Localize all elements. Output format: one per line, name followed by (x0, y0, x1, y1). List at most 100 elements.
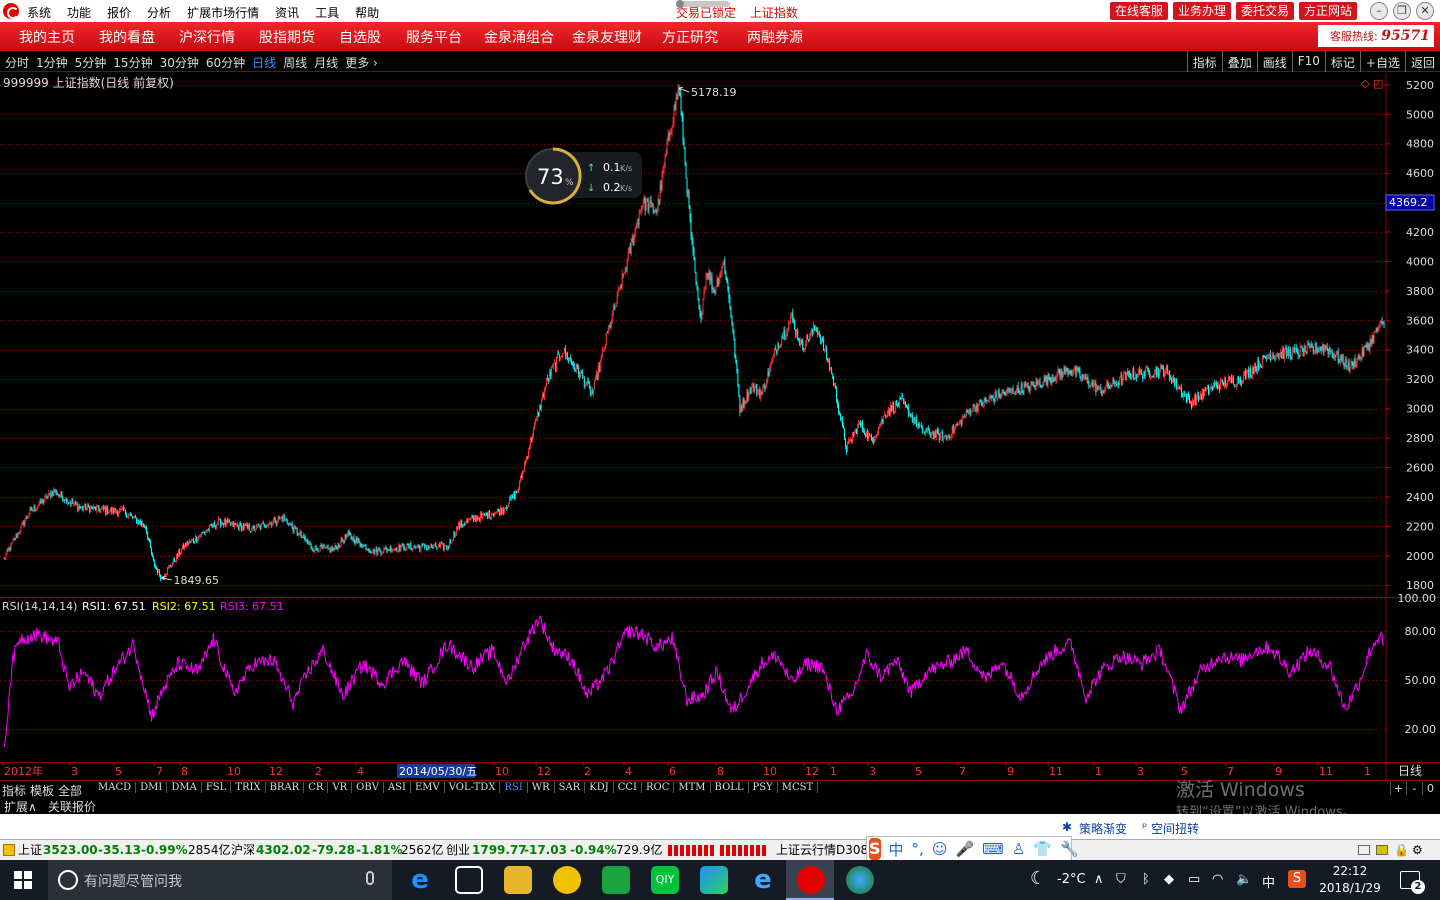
space-link[interactable]: 空间扭转 (1151, 820, 1199, 837)
restore-icon[interactable]: ❐ (1393, 2, 1411, 20)
indicator-tab-psy[interactable]: PSY (749, 782, 778, 793)
menu-item-analysis[interactable]: 分析 (147, 4, 171, 21)
indicator-tab-rsi[interactable]: RSI (500, 782, 528, 793)
cortana-icon[interactable] (58, 870, 78, 890)
layout-icon[interactable] (1358, 845, 1370, 855)
ime-keyboard-icon[interactable]: ⌨ (982, 840, 1004, 858)
related-quote-button[interactable]: 关联报价 (48, 798, 96, 815)
minimize-icon[interactable]: – (1370, 2, 1388, 20)
founder-app-icon[interactable] (797, 866, 825, 894)
close-icon[interactable]: ✕ (1416, 2, 1434, 20)
volume-icon[interactable]: 🔈 (1236, 872, 1252, 887)
period-monthly[interactable]: 月线 (314, 54, 338, 71)
cy-value[interactable]: 1799.77 (472, 840, 527, 861)
ind-zero-button[interactable]: 0 (1422, 782, 1438, 795)
indicator-tab-vol-tdx[interactable]: VOL-TDX (445, 782, 501, 793)
app-yellow-icon[interactable] (553, 866, 581, 894)
tray-expand-icon[interactable]: ∧ (1094, 872, 1104, 887)
microphone-icon[interactable] (366, 871, 374, 885)
menu-item-news[interactable]: 资讯 (275, 4, 299, 21)
windows-start-icon[interactable] (14, 871, 32, 889)
indicator-tab-cci[interactable]: CCI (614, 782, 642, 793)
period-5min[interactable]: 5分钟 (75, 54, 107, 71)
indicator-tab-dma[interactable]: DMA (167, 782, 202, 793)
nav-market[interactable]: 沪深行情 (179, 27, 259, 47)
system-clock[interactable]: 22:12 2018/1/29 (1318, 863, 1382, 897)
indicator-tab-vr[interactable]: VR (328, 782, 353, 793)
ticker-lock-icon[interactable] (3, 844, 15, 856)
lock-slider-icon[interactable] (676, 0, 730, 8)
ime-tools-icon[interactable]: 🔧 (1060, 840, 1079, 858)
tool-f10[interactable]: F10 (1291, 51, 1325, 72)
menu-item-function[interactable]: 功能 (67, 4, 91, 21)
ime-lang[interactable]: 中 (889, 839, 904, 860)
ime-voice-icon[interactable]: 🎤 (955, 840, 974, 858)
ie-browser-icon[interactable]: e (749, 866, 777, 894)
indicator-tab-roc[interactable]: ROC (642, 782, 675, 793)
notification-icon[interactable]: 2 (1400, 871, 1425, 894)
settings-icon[interactable]: ⚙ (1412, 840, 1423, 861)
period-timeshare[interactable]: 分时 (5, 54, 29, 71)
nav-service[interactable]: 服务平台 (406, 27, 484, 47)
ime-toolbar[interactable]: S 中 °, ☺ 🎤 ⌨ ♙ 👕 🔧 (866, 836, 1079, 862)
taskbar-search[interactable]: 有问题尽管问我 (48, 860, 392, 900)
msg-icon[interactable] (1376, 845, 1388, 855)
tool-mark[interactable]: 标记 (1324, 51, 1360, 72)
indicator-tab-boll[interactable]: BOLL (711, 782, 749, 793)
indicator-tab-brar[interactable]: BRAR (266, 782, 305, 793)
menu-item-quote[interactable]: 报价 (107, 4, 131, 21)
weather-moon-icon[interactable]: ☾ (1030, 868, 1046, 889)
menu-item-system[interactable]: 系统 (27, 4, 51, 21)
indicator-tab-dmi[interactable]: DMI (136, 782, 168, 793)
tool-add-watch[interactable]: +自选 (1359, 51, 1405, 72)
ime-punct-icon[interactable]: °, (912, 840, 924, 858)
indicator-tab-cr[interactable]: CR (304, 782, 329, 793)
indicator-tab-asi[interactable]: ASI (384, 782, 411, 793)
tray-shield-icon[interactable]: ⛉ (1116, 872, 1126, 887)
indicator-tab-obv[interactable]: OBV (352, 782, 384, 793)
tray-ime[interactable]: 中 (1262, 872, 1275, 891)
globe-app-icon[interactable] (846, 866, 874, 894)
nav-research[interactable]: 方正研究 (662, 27, 747, 47)
period-more[interactable]: 更多 › (345, 54, 378, 71)
business-button[interactable]: 业务办理 (1173, 2, 1232, 20)
weather-temp[interactable]: -2°C (1057, 872, 1086, 887)
period-daily[interactable]: 日线 (252, 54, 276, 71)
store-icon[interactable] (455, 866, 483, 894)
iqiyi-icon[interactable]: QIY (651, 866, 679, 894)
tray-device-icon[interactable]: ▭ (1188, 872, 1200, 887)
nav-margin[interactable]: 两融券源 (747, 27, 827, 47)
hs-value[interactable]: 4302.02 (256, 840, 311, 861)
nav-portfolio[interactable]: 金泉涌组合 (484, 27, 572, 47)
nav-home[interactable]: 我的主页 (19, 27, 99, 47)
indicator-tab-sar[interactable]: SAR (555, 782, 586, 793)
period-60min[interactable]: 60分钟 (206, 54, 245, 71)
indicator-tab-mtm[interactable]: MTM (674, 782, 711, 793)
tray-sogou-icon[interactable]: S (1288, 870, 1306, 888)
nav-finance[interactable]: 金泉友理财 (572, 27, 662, 47)
bluetooth-icon[interactable]: ᛒ (1142, 872, 1150, 887)
chart-corner-icon[interactable]: ◇ ◰ (1361, 77, 1383, 90)
online-service-button[interactable]: 在线客服 (1110, 2, 1169, 20)
ime-user-icon[interactable]: ♙ (1012, 840, 1025, 858)
stock-chart[interactable]: 999999 上证指数(日线 前复权) ◇ ◰ 1800200022002400… (0, 72, 1440, 780)
indicator-tab-mcst[interactable]: MCST (778, 782, 819, 793)
strategy-link[interactable]: 策略渐变 (1079, 820, 1127, 837)
website-button[interactable]: 方正网站 (1299, 2, 1358, 20)
period-30min[interactable]: 30分钟 (160, 54, 199, 71)
video-player-icon[interactable] (700, 866, 728, 894)
tool-back[interactable]: 返回 (1404, 51, 1440, 72)
indicator-tab-kdj[interactable]: KDJ (585, 782, 614, 793)
nav-watch[interactable]: 我的看盘 (99, 27, 179, 47)
indicator-tab-wr[interactable]: WR (528, 782, 555, 793)
nav-watchlist[interactable]: 自选股 (339, 27, 406, 47)
nav-futures[interactable]: 股指期货 (259, 27, 339, 47)
search-placeholder[interactable]: 有问题尽管问我 (84, 871, 182, 891)
cloud-quote[interactable]: 上证云行情D308 (776, 840, 868, 861)
ext-expand-button[interactable]: 扩展∧ (4, 798, 37, 815)
ind-minus-button[interactable]: - (1406, 782, 1422, 795)
edge-browser-icon[interactable]: e (406, 866, 434, 894)
menu-item-ext-market[interactable]: 扩展市场行情 (187, 4, 259, 21)
menu-item-help[interactable]: 帮助 (355, 4, 379, 21)
ind-plus-button[interactable]: + (1390, 782, 1406, 795)
